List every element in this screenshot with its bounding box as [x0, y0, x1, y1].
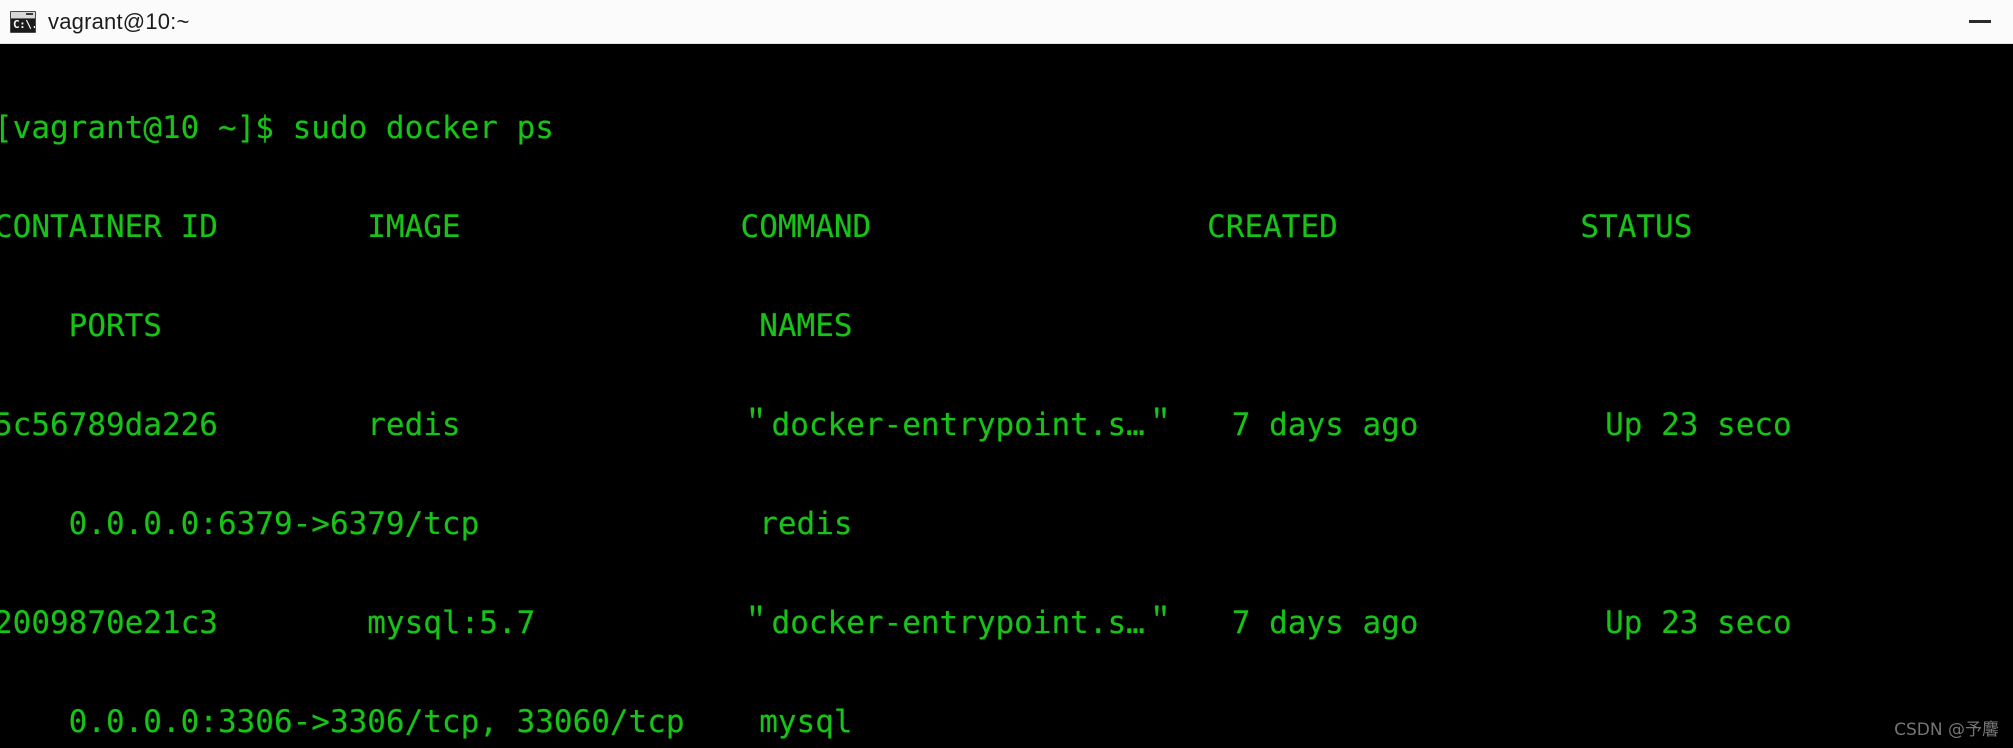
- terminal-line: 0.0.0.0:3306->3306/tcp, 33060/tcp mysql: [0, 704, 853, 740]
- terminal-line: 2009870e21c3 mysql:5.7 ＂docker-entrypoin…: [0, 605, 1792, 641]
- window-controls: [1947, 0, 2013, 44]
- terminal-window: C:\. vagrant@10:~ [vagrant@10 ~]$ sudo d…: [0, 0, 2013, 748]
- terminal-line: PORTS NAMES: [0, 308, 853, 344]
- terminal-lines: [vagrant@10 ~]$ sudo docker ps CONTAINER…: [0, 46, 2013, 748]
- minimize-icon: [1969, 20, 1991, 23]
- terminal-output-area[interactable]: [vagrant@10 ~]$ sudo docker ps CONTAINER…: [0, 44, 2013, 748]
- console-icon: C:\.: [10, 10, 36, 33]
- minimize-button[interactable]: [1947, 0, 2013, 44]
- watermark: CSDN @予麘: [1894, 720, 1999, 740]
- console-icon-text: C:\.: [13, 17, 36, 31]
- terminal-line: CONTAINER ID IMAGE COMMAND CREATED STATU…: [0, 209, 1693, 245]
- terminal-line: [vagrant@10 ~]$ sudo docker ps: [0, 110, 554, 146]
- terminal-line: 0.0.0.0:6379->6379/tcp redis: [0, 506, 853, 542]
- window-title: vagrant@10:~: [48, 8, 190, 34]
- terminal-line: 5c56789da226 redis ＂docker-entrypoint.s……: [0, 407, 1792, 443]
- window-titlebar: C:\. vagrant@10:~: [0, 0, 2013, 44]
